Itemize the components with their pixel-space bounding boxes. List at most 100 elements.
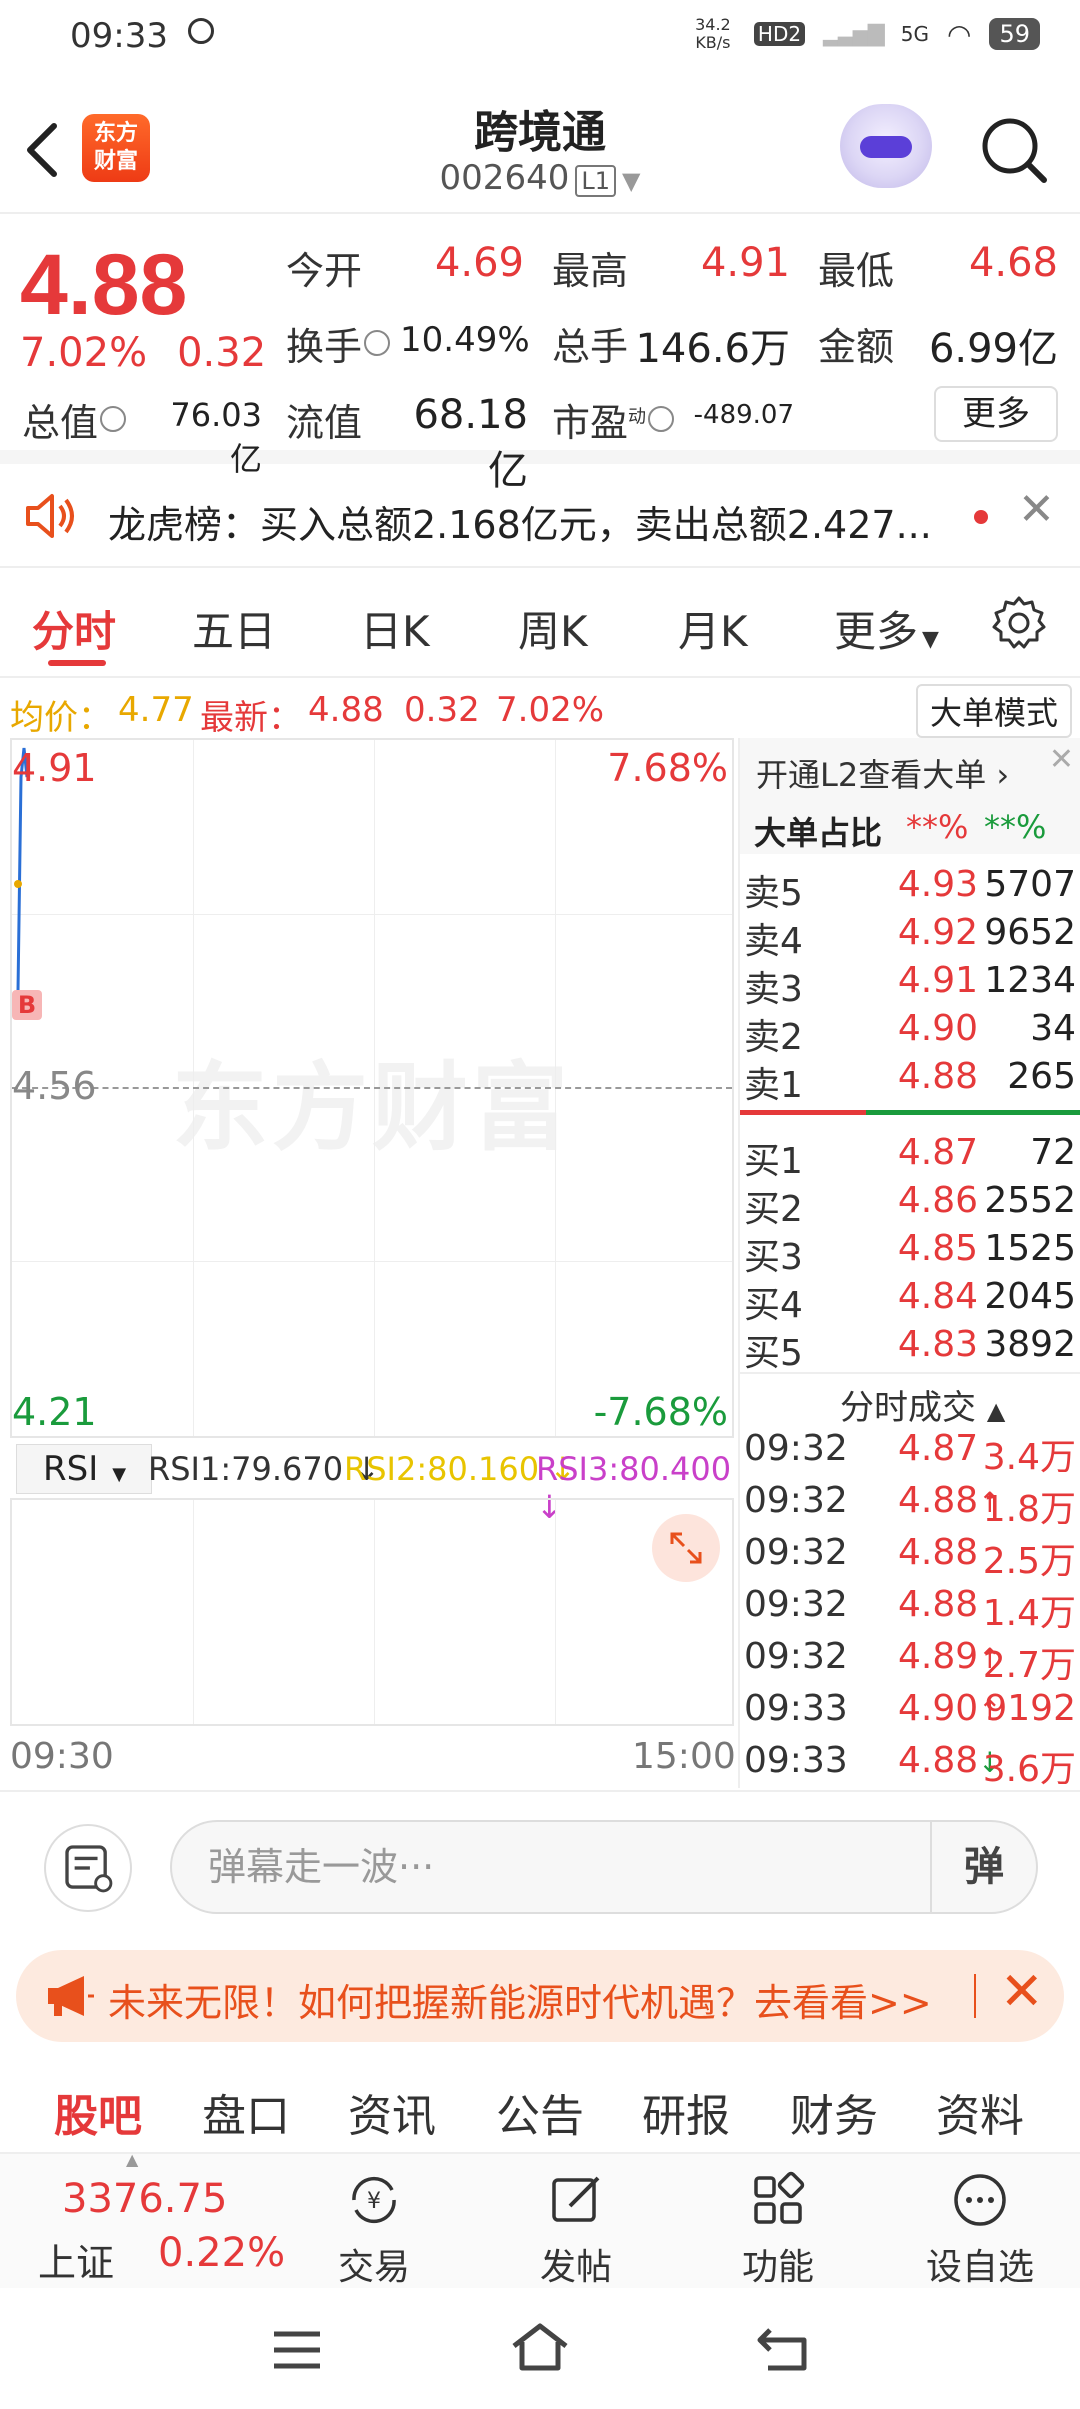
info-icon [364, 330, 391, 356]
change-amount: 0.32 [177, 330, 267, 376]
tab-more[interactable]: 更多 ▼ [834, 598, 939, 659]
rsi-chart[interactable] [10, 1498, 734, 1726]
danmaku-settings-icon[interactable] [44, 1824, 132, 1912]
pe-label[interactable]: 市盈动 [552, 392, 675, 447]
trade-button[interactable]: ¥ 交易 [304, 2170, 444, 2290]
tab-profile[interactable]: 资料 [936, 2080, 1024, 2144]
tab-intraday[interactable]: 分时 [32, 598, 116, 659]
bid-row: 买2 4.86 2552 [744, 1180, 1076, 1230]
add-watchlist-button[interactable]: 设自选 [910, 2170, 1050, 2290]
trade-tick-row: 09:33 4.90↑ 9192 [744, 1688, 1076, 1729]
tab-news[interactable]: 资讯 [348, 2080, 436, 2144]
svg-text:¥: ¥ [367, 2189, 381, 2214]
danmaku-placeholder: 弹幕走一波··· [208, 1845, 435, 1889]
tab-daily-k[interactable]: 日K [360, 598, 430, 659]
ratio-label: 大单占比 [754, 814, 883, 852]
post-button[interactable]: 发帖 [506, 2170, 646, 2290]
buy-marker: B [12, 990, 42, 1020]
ratio-buy: **% [906, 808, 969, 846]
volume-value: 146.6万 [635, 326, 790, 372]
l2-banner[interactable]: 开通L2查看大单 › ✕ [740, 738, 1080, 798]
tab-announcements[interactable]: 公告 [496, 2080, 584, 2144]
info-icon [100, 406, 127, 432]
amount-value: 6.99亿 [928, 326, 1058, 372]
danmaku-bar: 弹幕走一波··· 弹 [0, 1790, 1080, 1930]
low-label: 最低 [818, 249, 895, 293]
danmaku-toggle-button[interactable]: 弹 [930, 1822, 1036, 1912]
bid-row: 买3 4.85 1525 [744, 1228, 1076, 1278]
indicator-select[interactable]: RSI ▼ [16, 1444, 152, 1494]
avg-price-bar: 均价： 4.77 最新： 4.88 0.32 7.02% 大单模式 [0, 680, 1080, 738]
trade-tick-row: 09:33 4.88↓ 3.6万 [744, 1740, 1076, 1790]
turnover-label[interactable]: 换手 [286, 316, 391, 371]
signal-5g: 5G [900, 22, 930, 46]
promo-divider [974, 1974, 976, 2018]
chevron-down-icon: ▼ [621, 167, 641, 195]
ask-row: 卖3 4.91 1234 [744, 960, 1076, 1010]
promo-text: 未来无限！如何把握新能源时代机遇？去看看>> [108, 1981, 932, 2025]
bid-ask-bar-green [866, 1110, 1080, 1115]
back-nav-icon[interactable] [756, 2324, 808, 2372]
close-promo-icon[interactable]: ✕ [1000, 1962, 1044, 2022]
status-bar: 09:33 34.2 KB/s HD2 ▂▃▅▇ 5G ◠ 59 [0, 0, 1080, 74]
wifi-icon: ◠ [947, 17, 972, 51]
pct-bottom-label: -7.68% [593, 1390, 728, 1434]
bottom-toolbar: ▲ 3376.75 上证 0.22% ¥ 交易 发帖 功能 设自选 [0, 2150, 1080, 2290]
intraday-chart[interactable]: 东方财富 4.91 4.56 4.21 7.68% -7.68% B [10, 738, 734, 1438]
net-speed: 34.2 KB/s [695, 15, 731, 52]
l2-link[interactable]: 开通L2查看大单 › [756, 750, 1009, 796]
expand-icon[interactable] [652, 1514, 720, 1582]
tab-finance[interactable]: 财务 [790, 2080, 878, 2144]
trade-tick-row: 09:32 4.89↑ 2.7万 [744, 1636, 1076, 1686]
more-quote-button[interactable]: 更多 [934, 386, 1058, 442]
chevron-down-icon: ▼ [922, 627, 939, 652]
current-price: 4.88 [20, 237, 188, 333]
big-order-mode-button[interactable]: 大单模式 [916, 684, 1073, 738]
tab-monthly-k[interactable]: 月K [678, 598, 748, 659]
assistant-avatar[interactable] [840, 104, 932, 188]
bid-row: 买1 4.87 72 [744, 1132, 1076, 1182]
more-dots-icon [954, 2174, 1006, 2226]
avg-value: 4.77 [118, 690, 194, 730]
tab-weekly-k[interactable]: 周K [518, 598, 588, 659]
y-top-label: 4.91 [12, 746, 97, 790]
tab-reports[interactable]: 研报 [642, 2080, 730, 2144]
level-badge: L1 [575, 165, 616, 197]
latest-label: 最新： [200, 698, 302, 738]
ask-row: 卖4 4.92 9652 [744, 912, 1076, 962]
close-l2-icon[interactable]: ✕ [1049, 742, 1074, 777]
latest-change: 0.32 [404, 690, 480, 730]
pe-value: -489.07 [693, 400, 794, 430]
tab-forum[interactable]: 股吧 [54, 2080, 142, 2144]
tab-market[interactable]: 盘口 [202, 2080, 290, 2144]
latest-value: 4.88 [308, 690, 384, 730]
ticks-header[interactable]: 分时成交 ▲ [840, 1380, 1005, 1429]
market-cap-label[interactable]: 总值 [22, 392, 127, 447]
price-change: 7.02% 0.32 [20, 330, 296, 376]
close-notice-icon[interactable]: ✕ [1018, 484, 1055, 535]
tab-five-day[interactable]: 五日 [192, 598, 276, 659]
trade-tick-row: 09:32 4.88 1.4万 [744, 1584, 1076, 1634]
status-time: 09:33 [70, 16, 168, 56]
menu-icon[interactable] [272, 2328, 322, 2372]
notice-bar[interactable]: 龙虎榜：买入总额2.168亿元，卖出总额2.427... ✕ [0, 464, 1080, 568]
y-mid-label: 4.56 [12, 1064, 97, 1108]
y-bottom-label: 4.21 [12, 1390, 97, 1434]
home-icon[interactable] [508, 2322, 572, 2372]
grid-icon [754, 2171, 805, 2224]
open-value: 4.69 [434, 240, 524, 286]
functions-button[interactable]: 功能 [708, 2170, 848, 2290]
sort-up-icon: ▲ [986, 1397, 1006, 1425]
stock-code: 002640 [439, 158, 570, 198]
promo-banner[interactable]: 未来无限！如何把握新能源时代机遇？去看看>> ✕ [16, 1950, 1064, 2042]
index-percent: 0.22% [158, 2230, 286, 2276]
bid-row: 买4 4.84 2045 [744, 1276, 1076, 1326]
gear-icon[interactable] [990, 594, 1048, 652]
time-start-label: 09:30 [10, 1736, 114, 1777]
record-icon [188, 18, 214, 44]
edit-icon [552, 2176, 600, 2222]
turnover-value: 10.49% [400, 320, 530, 360]
danmaku-input[interactable]: 弹幕走一波··· 弹 [170, 1820, 1038, 1914]
search-icon[interactable] [978, 114, 1050, 186]
open-label: 今开 [286, 249, 363, 293]
